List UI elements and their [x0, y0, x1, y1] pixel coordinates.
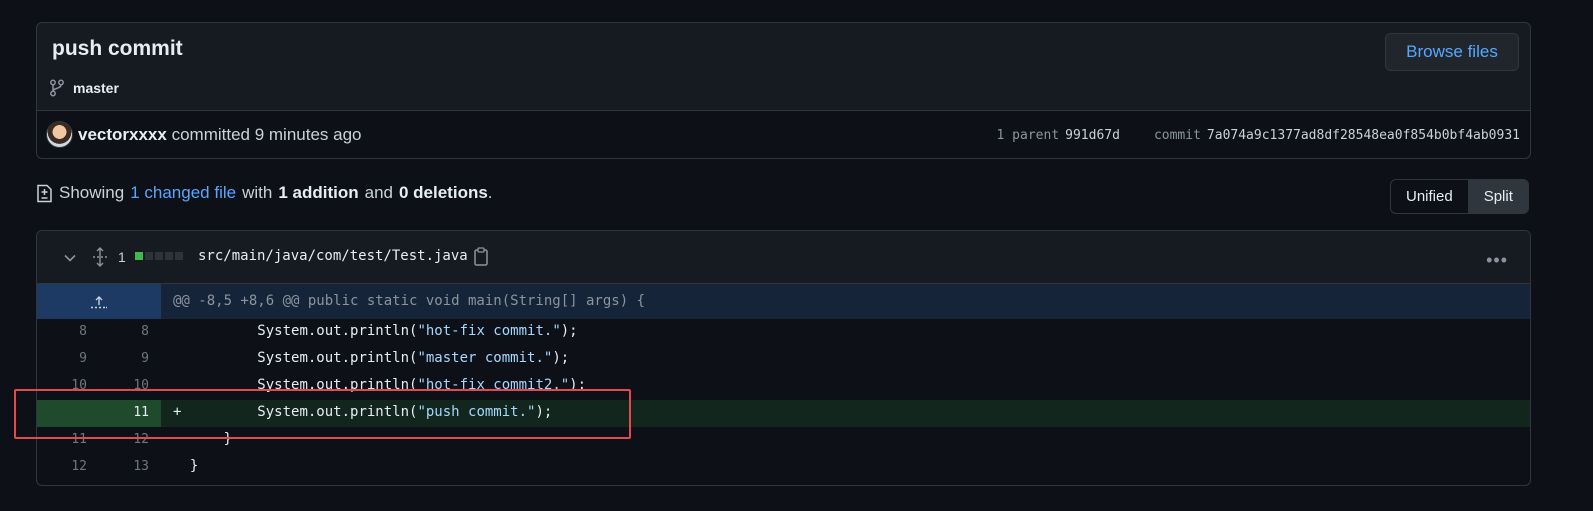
- file-diff-icon: [37, 184, 52, 202]
- hunk-header: @@ -8,5 +8,6 @@ public static void main(…: [173, 293, 646, 309]
- old-line-number[interactable]: 9: [47, 351, 87, 366]
- code-line: System.out.println("master commit.");: [173, 350, 569, 366]
- branch-name[interactable]: master: [73, 80, 119, 96]
- code-string: "master commit.": [417, 350, 553, 366]
- diffstat-block: [155, 252, 163, 260]
- diff-line: 9 9 System.out.println("master commit.");: [37, 346, 1530, 373]
- parent-sha-link[interactable]: 991d67d: [1065, 128, 1120, 143]
- code-line: }: [173, 458, 198, 474]
- additions-count: 1 addition: [278, 183, 359, 202]
- browse-files-button[interactable]: Browse files: [1385, 33, 1519, 71]
- committed-time: committed 9 minutes ago: [171, 125, 362, 144]
- diff-line: 12 13 }: [37, 454, 1530, 481]
- hunk-header-row: @@ -8,5 +8,6 @@ public static void main(…: [37, 284, 1530, 319]
- code-text: System.out.println(: [189, 377, 418, 393]
- code-text: }: [189, 458, 199, 474]
- diff-sign: +: [173, 404, 182, 420]
- summary-period: .: [487, 183, 493, 202]
- diff-sign: [173, 323, 181, 339]
- new-line-number[interactable]: 8: [109, 324, 149, 339]
- avatar[interactable]: [46, 121, 73, 148]
- diffstat-block: [145, 252, 153, 260]
- code-string: "hot-fix commit.": [417, 323, 561, 339]
- copy-icon[interactable]: [473, 247, 489, 266]
- code-line: System.out.println("hot-fix commit.");: [173, 323, 578, 339]
- file-diff: 1 src/main/java/com/test/Test.java ••• @…: [36, 230, 1531, 486]
- code-string: "push commit.": [417, 404, 536, 420]
- code-text: System.out.println(: [189, 350, 418, 366]
- summary-showing: Showing: [59, 183, 125, 202]
- diffstat: [135, 252, 183, 260]
- diff-line: 8 8 System.out.println("hot-fix commit.")…: [37, 319, 1530, 346]
- code-text: );: [560, 323, 578, 339]
- expand-up-icon: [91, 295, 107, 308]
- diff-view-toggle: Unified Split: [1390, 179, 1529, 214]
- split-view-button[interactable]: Split: [1467, 180, 1528, 213]
- commit-sha: 7a074a9c1377ad8df28548ea0f854b0bf4ab0931: [1206, 128, 1520, 143]
- expand-up-button[interactable]: [37, 284, 161, 319]
- summary-and: and: [364, 183, 393, 202]
- diff-sign: [173, 431, 181, 447]
- diffstat-block: [165, 252, 173, 260]
- code-text: );: [569, 377, 587, 393]
- diffstat-block: [175, 252, 183, 260]
- changed-files-link[interactable]: 1 changed file: [130, 183, 236, 203]
- commit-meta: vectorxxxx committed 9 minutes ago 1 par…: [37, 110, 1530, 158]
- parent-label: 1 parent: [996, 128, 1060, 143]
- file-change-count: 1: [118, 249, 126, 265]
- commit-sha-info: 1 parent 991d67d commit 7a074a9c1377ad8d…: [997, 128, 1520, 143]
- diff-summary: Showing 1 changed file with 1 addition a…: [36, 183, 493, 203]
- code-line: System.out.println("hot-fix commit2.");: [173, 377, 586, 393]
- new-line-number[interactable]: 11: [109, 405, 149, 420]
- diff-line: 10 10 System.out.println("hot-fix commit2…: [37, 373, 1530, 400]
- commit-header: push commit master Browse files vectorxx…: [36, 22, 1531, 159]
- old-line-number[interactable]: 10: [47, 378, 87, 393]
- kebab-menu-icon[interactable]: •••: [1486, 250, 1508, 271]
- code-text: System.out.println(: [189, 323, 418, 339]
- diff-sign: [173, 458, 181, 474]
- file-header: 1 src/main/java/com/test/Test.java •••: [37, 231, 1530, 284]
- summary-with: with: [242, 183, 273, 202]
- code-line: + System.out.println("push commit.");: [173, 404, 552, 420]
- commit-author-line: vectorxxxx committed 9 minutes ago: [78, 125, 362, 145]
- diff-sign: [173, 350, 181, 366]
- old-line-number[interactable]: 12: [47, 459, 87, 474]
- code-text: );: [535, 404, 553, 420]
- git-branch-icon: [50, 79, 64, 97]
- code-text: );: [552, 350, 570, 366]
- new-line-number[interactable]: 9: [109, 351, 149, 366]
- unified-view-button[interactable]: Unified: [1391, 180, 1468, 213]
- deletions-count: 0 deletions: [398, 183, 488, 202]
- code-line: }: [173, 431, 232, 447]
- file-path-link[interactable]: src/main/java/com/test/Test.java: [198, 248, 468, 264]
- code-string: "hot-fix commit2.": [417, 377, 570, 393]
- diff-sign: [173, 377, 181, 393]
- commit-title: push commit: [52, 37, 183, 60]
- code-text: }: [189, 431, 233, 447]
- expand-all-icon[interactable]: [92, 247, 108, 267]
- old-line-number[interactable]: 11: [47, 432, 87, 447]
- diffstat-block: [135, 252, 143, 260]
- author-link[interactable]: vectorxxxx: [78, 125, 167, 144]
- code-text: System.out.println(: [189, 404, 418, 420]
- branch-indicator[interactable]: master: [49, 79, 119, 97]
- diff-line: 11 12 }: [37, 427, 1530, 454]
- new-line-number[interactable]: 13: [109, 459, 149, 474]
- new-line-number[interactable]: 10: [109, 378, 149, 393]
- commit-label: commit: [1153, 128, 1201, 143]
- chevron-down-icon[interactable]: [63, 251, 77, 265]
- new-line-number[interactable]: 12: [109, 432, 149, 447]
- diff-line-added: 11 + System.out.println("push commit.");: [37, 400, 1530, 427]
- old-line-number[interactable]: 8: [47, 324, 87, 339]
